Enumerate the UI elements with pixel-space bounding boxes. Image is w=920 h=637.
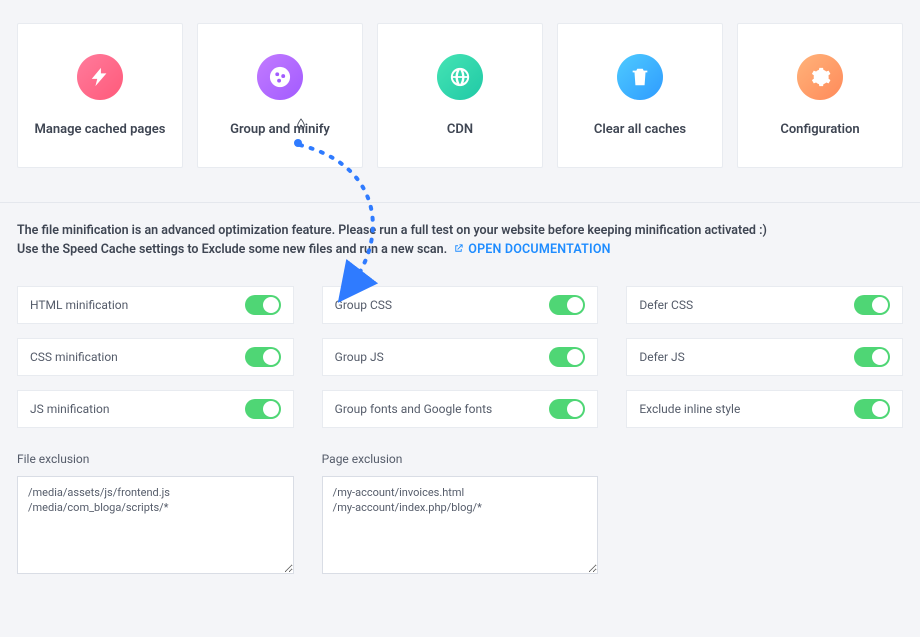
- toggle-group-fonts-and-google-fonts[interactable]: [549, 399, 585, 419]
- nav-card-manage-cached-pages[interactable]: Manage cached pages: [17, 23, 183, 168]
- toggle-html-minification[interactable]: [245, 295, 281, 315]
- nav-card-label: Group and minify: [230, 122, 330, 137]
- top-nav-cards: Manage cached pages Group and minify CDN…: [0, 0, 920, 168]
- toggle-group-css[interactable]: [549, 295, 585, 315]
- toggle-defer-css[interactable]: [854, 295, 890, 315]
- settings-grid: HTML minification Group CSS Defer CSS CS…: [0, 260, 920, 428]
- gear-icon: [797, 54, 843, 100]
- setting-group-fonts-and-google-fonts: Group fonts and Google fonts: [322, 390, 599, 428]
- setting-css-minification: CSS minification: [17, 338, 294, 376]
- page-exclusion-label: Page exclusion: [322, 452, 599, 466]
- nav-card-label: CDN: [447, 122, 473, 137]
- nav-card-cdn[interactable]: CDN: [377, 23, 543, 168]
- open-documentation-link[interactable]: OPEN DOCUMENTATION: [450, 242, 610, 257]
- setting-group-js: Group JS: [322, 338, 599, 376]
- page-exclusion-box: Page exclusion: [322, 452, 599, 578]
- setting-js-minification: JS minification: [17, 390, 294, 428]
- nav-card-group-and-minify[interactable]: Group and minify: [197, 23, 363, 168]
- setting-defer-js: Defer JS: [626, 338, 903, 376]
- setting-label: Group fonts and Google fonts: [335, 402, 493, 416]
- toggle-group-js[interactable]: [549, 347, 585, 367]
- file-exclusion-label: File exclusion: [17, 452, 294, 466]
- setting-group-css: Group CSS: [322, 286, 599, 324]
- nav-card-label: Clear all caches: [594, 122, 686, 137]
- setting-label: CSS minification: [30, 350, 118, 364]
- setting-label: Defer JS: [639, 350, 684, 364]
- setting-html-minification: HTML minification: [17, 286, 294, 324]
- file-exclusion-input[interactable]: [17, 476, 294, 574]
- external-link-icon: [453, 241, 464, 252]
- setting-label: Group JS: [335, 350, 384, 364]
- nav-card-label: Configuration: [780, 122, 859, 137]
- setting-exclude-inline-style: Exclude inline style: [626, 390, 903, 428]
- intro-text: The file minification is an advanced opt…: [0, 203, 920, 260]
- setting-defer-css: Defer CSS: [626, 286, 903, 324]
- toggle-css-minification[interactable]: [245, 347, 281, 367]
- exclusions-row: File exclusion Page exclusion: [0, 428, 920, 578]
- globe-icon: [437, 54, 483, 100]
- toggle-js-minification[interactable]: [245, 399, 281, 419]
- intro-line-1: The file minification is an advanced opt…: [17, 221, 903, 240]
- nav-card-label: Manage cached pages: [35, 122, 166, 137]
- setting-label: Group CSS: [335, 298, 392, 312]
- nav-card-configuration[interactable]: Configuration: [737, 23, 903, 168]
- page-exclusion-input[interactable]: [322, 476, 599, 574]
- setting-label: JS minification: [30, 402, 109, 416]
- setting-label: Defer CSS: [639, 298, 693, 312]
- bolt-icon: [77, 54, 123, 100]
- toggle-exclude-inline-style[interactable]: [854, 399, 890, 419]
- file-exclusion-box: File exclusion: [17, 452, 294, 578]
- trash-icon: [617, 54, 663, 100]
- setting-label: Exclude inline style: [639, 402, 740, 416]
- intro-line-2: Use the Speed Cache settings to Exclude …: [17, 240, 903, 259]
- setting-label: HTML minification: [30, 298, 128, 312]
- nav-card-clear-all-caches[interactable]: Clear all caches: [557, 23, 723, 168]
- group-icon: [257, 54, 303, 100]
- toggle-defer-js[interactable]: [854, 347, 890, 367]
